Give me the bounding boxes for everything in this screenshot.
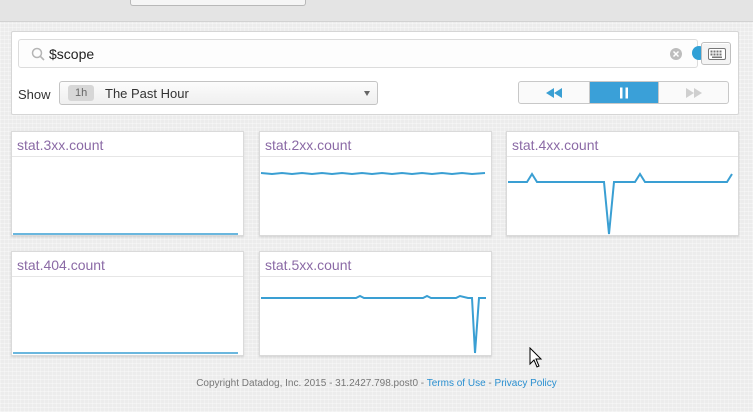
timeseries-graph <box>260 171 486 176</box>
timeframe-label: The Past Hour <box>105 86 189 101</box>
search-box[interactable] <box>18 39 698 68</box>
top-bar <box>0 0 753 22</box>
rewind-button[interactable] <box>519 82 589 103</box>
timeseries-graph <box>13 352 238 354</box>
terms-of-use-link[interactable]: Terms of Use <box>427 378 486 389</box>
footer-separator: - <box>485 378 495 389</box>
mouse-cursor-icon <box>529 347 543 368</box>
widget-title: stat.404.count <box>17 257 105 273</box>
series-line <box>260 171 486 176</box>
search-input[interactable] <box>49 43 639 65</box>
timeseries-graph <box>508 172 733 235</box>
pause-icon <box>619 87 628 98</box>
widget-stat-2xx[interactable]: stat.2xx.count <box>259 131 492 236</box>
widget-stat-404[interactable]: stat.404.count <box>11 251 244 356</box>
top-tab[interactable] <box>130 0 306 6</box>
search-icon <box>31 47 45 61</box>
fast-forward-icon <box>685 87 702 98</box>
pause-button[interactable] <box>588 82 659 103</box>
footer: Copyright Datadog, Inc. 2015 - 31.2427.7… <box>0 378 753 389</box>
widget-title: stat.2xx.count <box>265 137 352 153</box>
timeseries-graph <box>261 294 486 354</box>
playback-controls <box>518 81 729 104</box>
widget-stat-5xx[interactable]: stat.5xx.count <box>259 251 492 356</box>
keyboard-button[interactable] <box>701 42 731 65</box>
show-label: Show <box>18 87 51 102</box>
rewind-icon <box>545 87 562 98</box>
privacy-policy-link[interactable]: Privacy Policy <box>495 378 557 389</box>
timeseries-graph <box>13 233 238 235</box>
chevron-down-icon <box>364 91 370 96</box>
controls-panel: Show 1h The Past Hour <box>11 31 739 115</box>
series-line <box>261 294 486 354</box>
series-line <box>508 172 733 235</box>
copyright-text: Copyright Datadog, Inc. 2015 - 31.2427.7… <box>196 378 427 389</box>
widget-stat-3xx[interactable]: stat.3xx.count <box>11 131 244 236</box>
widget-stat-4xx[interactable]: stat.4xx.count <box>506 131 739 236</box>
timeframe-select[interactable]: 1h The Past Hour <box>59 81 378 105</box>
keyboard-icon <box>708 48 726 60</box>
timeframe-badge: 1h <box>68 85 95 101</box>
widget-title: stat.4xx.count <box>512 137 599 153</box>
widget-title: stat.3xx.count <box>17 137 104 153</box>
widget-title: stat.5xx.count <box>265 257 352 273</box>
clear-icon[interactable] <box>669 47 683 61</box>
fast-forward-button[interactable] <box>658 82 728 103</box>
